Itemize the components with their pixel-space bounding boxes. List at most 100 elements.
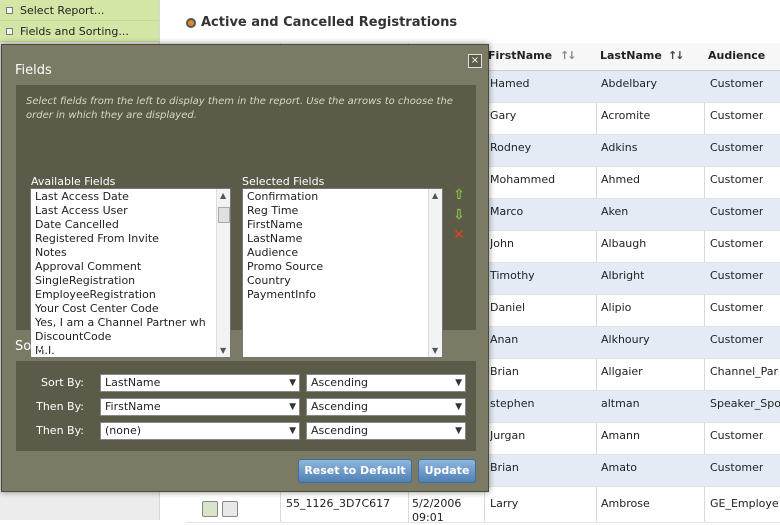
chevron-down-icon: ▼ <box>455 426 462 436</box>
cell-firstname: Brian <box>490 365 519 378</box>
cell-firstname: Marco <box>490 205 524 218</box>
scroll-down-icon[interactable]: ▼ <box>220 346 226 355</box>
cell-firstname: stephen <box>490 397 535 410</box>
vertical-scrollbar[interactable]: ▲ ▼ <box>428 189 442 357</box>
cell-firstname: Jurgan <box>490 429 526 442</box>
fields-section-title: Fields <box>15 63 52 78</box>
list-item[interactable]: Notes <box>31 246 230 260</box>
cell-firstname: Rodney <box>490 141 532 154</box>
sidebar-item-label: Fields and Sorting... <box>20 25 129 38</box>
reset-to-default-button[interactable]: Reset to Default <box>298 459 412 483</box>
list-item[interactable]: Date Cancelled <box>31 218 230 232</box>
column-header-label: Audience <box>708 49 766 62</box>
list-item[interactable]: Promo Source <box>243 260 442 274</box>
column-header-lastname[interactable]: LastName ↑↓ <box>596 43 704 71</box>
selected-fields-list[interactable]: Confirmation Reg Time FirstName LastName Aud… <box>242 188 443 358</box>
move-down-arrow-icon[interactable]: ⇩ <box>452 208 466 222</box>
close-button[interactable]: × <box>468 54 482 68</box>
cell-lastname: Amato <box>601 461 638 474</box>
delete-icon[interactable] <box>222 501 238 517</box>
chevron-down-icon: ▼ <box>455 378 462 388</box>
column-header-label: FirstName <box>488 49 553 62</box>
then-by-order-select[interactable]: Ascending ▼ <box>306 422 466 440</box>
list-item[interactable]: Confirmation <box>243 190 442 204</box>
cell-firstname: Mohammed <box>490 173 556 186</box>
then-by-order-select[interactable]: Ascending ▼ <box>306 398 466 416</box>
then-by-field-select[interactable]: FirstName ▼ <box>100 398 300 416</box>
cell-firstname: Brian <box>490 461 519 474</box>
cell-audience: Customer <box>710 301 764 314</box>
sidebar-item-select-report[interactable]: Select Report... <box>0 0 159 21</box>
update-button[interactable]: Update <box>418 459 476 483</box>
then-by-label: Then By: <box>36 400 84 413</box>
list-item[interactable]: Last Access User <box>31 204 230 218</box>
sort-by-label: Sort By: <box>40 376 84 389</box>
remove-field-icon[interactable]: ✕ <box>452 228 466 242</box>
column-header-label: LastName <box>600 49 662 62</box>
sort-by-order-select[interactable]: Ascending ▼ <box>306 374 466 392</box>
list-item[interactable]: Reg Time <box>243 204 442 218</box>
cell-lastname: Albright <box>601 269 645 282</box>
cell-audience: Customer <box>710 429 764 442</box>
bullet-icon <box>6 7 13 14</box>
sort-by-field-select[interactable]: LastName ▼ <box>100 374 300 392</box>
sidebar-item-fields-sorting[interactable]: Fields and Sorting... <box>0 21 159 42</box>
scroll-up-icon[interactable]: ▲ <box>220 191 226 200</box>
fields-panel: Select fields from the left to display t… <box>16 85 476 358</box>
list-item[interactable]: Country <box>243 274 442 288</box>
then-by-label: Then By: <box>36 424 84 437</box>
cell-lastname: Adkins <box>601 141 638 154</box>
list-item[interactable]: FirstName <box>243 218 442 232</box>
chevron-down-icon: ▼ <box>289 402 296 412</box>
then-by-field-select[interactable]: (none) ▼ <box>100 422 300 440</box>
cell-lastname: Acromite <box>601 109 651 122</box>
page-title: Active and Cancelled Registrations <box>201 15 458 30</box>
sidebar-item-label: Select Report... <box>20 4 105 17</box>
cell-audience: Speaker_Spo <box>710 397 780 410</box>
list-item[interactable]: Registered From Invite <box>31 232 230 246</box>
sorting-section-title: Sorting <box>15 339 62 354</box>
scroll-thumb[interactable] <box>218 207 230 223</box>
list-item[interactable]: Approval Comment <box>31 260 230 274</box>
cell-audience: GE_Employe <box>710 497 779 510</box>
chevron-down-icon: ▼ <box>289 378 296 388</box>
edit-icon[interactable] <box>202 501 218 517</box>
list-item[interactable]: Last Access Date <box>31 190 230 204</box>
row-actions <box>202 501 242 520</box>
cell-audience: Customer <box>710 461 764 474</box>
cell-lastname: Alkhoury <box>601 333 650 346</box>
cell-audience: Customer <box>710 173 764 186</box>
list-item[interactable]: EmployeeRegistration <box>31 288 230 302</box>
vertical-scrollbar[interactable]: ▲ ▼ <box>216 189 230 357</box>
list-item[interactable]: SingleRegistration <box>31 274 230 288</box>
sort-arrows-icon[interactable]: ↑↓ <box>560 49 577 62</box>
cell-lastname: Allgaier <box>601 365 643 378</box>
cell-audience: Customer <box>710 269 764 282</box>
column-header-firstname[interactable]: FirstName ↑↓ <box>484 43 596 71</box>
scroll-up-icon[interactable]: ▲ <box>432 191 438 200</box>
list-item[interactable]: Yes, I am a Channel Partner wh <box>31 316 230 330</box>
move-up-arrow-icon[interactable]: ⇧ <box>452 188 466 202</box>
fields-and-sorting-dialog: Fields × Select fields from the left to … <box>1 44 489 492</box>
list-item[interactable]: PaymentInfo <box>243 288 442 302</box>
instructions-text: Select fields from the left to display t… <box>26 96 453 121</box>
list-item[interactable]: Your Cost Center Code <box>31 302 230 316</box>
available-fields-label: Available Fields <box>31 175 116 188</box>
table-row[interactable]: 55_1126_3D7C617 5/2/2006 09:01 Larry Ambr… <box>186 491 780 524</box>
available-fields-list[interactable]: Last Access Date Last Access User Date Can… <box>30 188 231 358</box>
list-item[interactable]: Audience <box>243 246 442 260</box>
list-item[interactable]: LastName <box>243 232 442 246</box>
sort-arrows-icon[interactable]: ↑↓ <box>668 49 685 62</box>
cell-firstname: Hamed <box>490 77 530 90</box>
cell-lastname: altman <box>601 397 640 410</box>
chevron-down-icon: ▼ <box>289 426 296 436</box>
scroll-down-icon[interactable]: ▼ <box>432 346 438 355</box>
cell-lastname: Ambrose <box>601 497 650 510</box>
cell-lastname: Ahmed <box>601 173 640 186</box>
cell-firstname: Daniel <box>490 301 526 314</box>
cell-lastname: Aken <box>601 205 629 218</box>
chevron-down-icon: ▼ <box>455 402 462 412</box>
cell-lastname: Abdelbary <box>601 77 658 90</box>
cell-audience: Customer <box>710 333 764 346</box>
column-header-audience[interactable]: Audience <box>704 43 780 71</box>
